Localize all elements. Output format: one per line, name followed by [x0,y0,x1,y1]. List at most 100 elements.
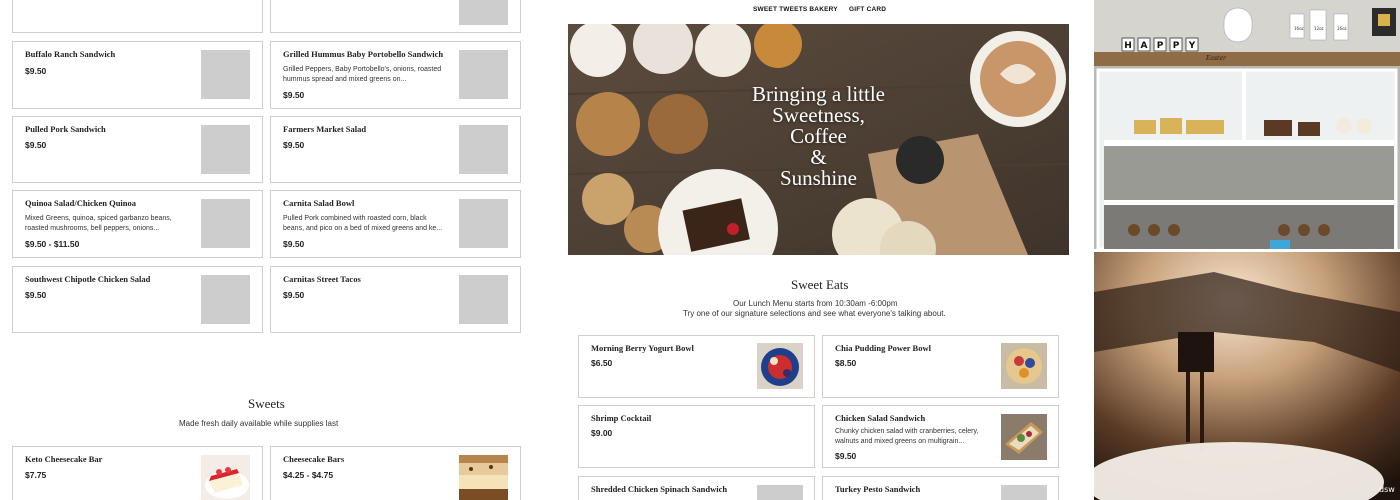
item-name: Cheesecake Bars [283,454,345,464]
item-thumbnail [201,199,250,248]
signature-text: Try one of our signature selections and … [683,309,946,318]
item-thumbnail [757,485,803,500]
menu-card-cheesecake[interactable]: Cheesecake Bars $4.25 - $4.75 [270,446,521,500]
item-price: $9.50 [835,451,857,461]
item-name: Southwest Chipotle Chicken Salad [25,274,151,284]
item-name: Quinoa Salad/Chicken Quinoa [25,198,137,208]
item-name: Carnitas Street Tacos [283,274,361,284]
item-name: Pulled Pork Sandwich [25,124,106,134]
watermark-text: dsw [1379,485,1395,494]
menu-card[interactable] [270,0,521,33]
chia-bowl-photo [1001,343,1047,389]
cheesecake-bars-photo [459,455,508,500]
cup-size-label: 16oz [1294,26,1304,31]
item-description: Grilled Peppers, Baby Portobello's, onio… [283,66,442,83]
menu-card-chicken-salad[interactable]: Chicken Salad Sandwich Chunky chicken sa… [822,405,1059,468]
yogurt-bowl-photo [757,343,803,389]
espresso-image: dsw [1094,252,1400,500]
item-price: $7.75 [25,470,47,480]
sign-easter: Easter [1205,55,1227,62]
hero-line-2: Sweetness, [772,103,865,127]
item-name: Keto Cheesecake Bar [25,454,103,464]
menu-card-tacos[interactable]: Carnitas Street Tacos $9.50 [270,266,521,333]
item-description: Pulled Pork combined with roasted corn, … [283,215,443,232]
item-price: $9.50 - $11.50 [25,239,80,249]
hero-line-4: & [810,145,827,169]
item-price: $9.50 [283,90,305,100]
sign-letter-p: P [1157,41,1164,51]
item-price: $9.50 [283,239,305,249]
menu-card-keto[interactable]: Keto Cheesecake Bar $7.75 [12,446,263,500]
hero-banner: Bringing a little Sweetness, Coffee & Su… [568,24,1069,255]
item-thumbnail [201,50,250,99]
sweet-eats-heading: Sweet Eats [791,277,849,292]
menu-card-farmers[interactable]: Farmers Market Salad $9.50 [270,116,521,183]
menu-card[interactable] [12,0,263,33]
sign-letter-h: H [1124,41,1132,51]
item-thumbnail [757,343,803,389]
item-name: Buffalo Ranch Sandwich [25,49,116,59]
item-name: Shrimp Cocktail [591,413,652,423]
item-price: $9.50 [25,140,47,150]
menu-card-buffalo[interactable]: Buffalo Ranch Sandwich $9.50 [12,41,263,109]
item-name: Morning Berry Yogurt Bowl [591,343,694,353]
item-name: Chicken Salad Sandwich [835,413,926,423]
cup-size-label: 16oz [1337,26,1347,31]
item-thumbnail [1001,343,1047,389]
item-thumbnail [459,199,508,248]
menu-card-chia[interactable]: Chia Pudding Power Bowl $8.50 [822,335,1059,398]
item-description: Chunky chicken salad with cranberries, c… [835,428,979,445]
hero-line-5: Sunshine [779,166,857,190]
sign-letter-p: P [1173,41,1180,51]
nav-link-bakery[interactable]: SWEET TWEETS BAKERY [753,6,838,13]
item-thumbnail [201,0,250,19]
sweets-subtitle: Made fresh daily available while supplie… [179,419,339,428]
menu-card-pork[interactable]: Pulled Pork Sandwich $9.50 [12,116,263,183]
item-name: Farmers Market Salad [283,124,367,134]
item-price: $4.25 - $4.75 [283,470,334,480]
nav-link-gift-card[interactable]: GIFT CARD [849,6,886,13]
item-price: $9.50 [25,290,47,300]
item-name: Carnita Salad Bowl [283,198,355,208]
item-description: Mixed Greens, quinoa, spiced garbanzo be… [25,215,172,232]
espresso-photo: dsw [1094,252,1400,500]
menu-card-chipotle[interactable]: Southwest Chipotle Chicken Salad $9.50 [12,266,263,333]
item-thumbnail [201,455,250,500]
item-price: $8.50 [835,358,857,368]
item-thumbnail [201,125,250,174]
bakery-case-photo: H A P P Y Easter 16oz 12oz 16oz [1094,0,1400,249]
item-thumbnail [201,275,250,324]
item-thumbnail [459,275,508,324]
item-price: $9.50 [25,66,47,76]
sign-letter-y: Y [1188,41,1196,51]
item-thumbnail [459,455,508,500]
item-thumbnail [459,125,508,174]
item-price: $9.50 [283,140,305,150]
item-name: Grilled Hummus Baby Portobello Sandwich [283,49,444,59]
menu-card-hummus[interactable]: Grilled Hummus Baby Portobello Sandwich … [270,41,521,109]
item-price: $6.50 [591,358,613,368]
item-price: $9.00 [591,428,613,438]
cheesecake-photo [201,455,250,500]
cup-size-label: 12oz [1314,26,1324,31]
menu-card-spinach[interactable]: Shredded Chicken Spinach Sandwich [578,476,815,500]
item-name: Chia Pudding Power Bowl [835,343,931,353]
item-name: Turkey Pesto Sandwich [835,484,921,494]
chicken-sandwich-photo [1001,414,1047,460]
menu-card-yogurt[interactable]: Morning Berry Yogurt Bowl $6.50 [578,335,815,398]
item-name: Shredded Chicken Spinach Sandwich [591,484,728,494]
item-thumbnail [459,0,508,25]
hero-line-1: Bringing a little [752,82,885,106]
menu-card-carnita[interactable]: Carnita Salad Bowl Pulled Pork combined … [270,190,521,258]
menu-card-shrimp[interactable]: Shrimp Cocktail $9.00 [578,405,815,468]
sweets-heading: Sweets [248,396,285,411]
item-thumbnail [459,50,508,99]
menu-card-quinoa[interactable]: Quinoa Salad/Chicken Quinoa Mixed Greens… [12,190,263,258]
hero-line-3: Coffee [790,124,847,148]
display-case-image: H A P P Y Easter 16oz 12oz 16oz [1094,0,1400,249]
item-thumbnail [1001,485,1047,500]
lunch-hours-text: Our Lunch Menu starts from 10:30am -6:00… [733,299,898,308]
menu-card-pesto[interactable]: Turkey Pesto Sandwich [822,476,1059,500]
sign-letter-a: A [1141,41,1148,51]
item-thumbnail [1001,414,1047,460]
